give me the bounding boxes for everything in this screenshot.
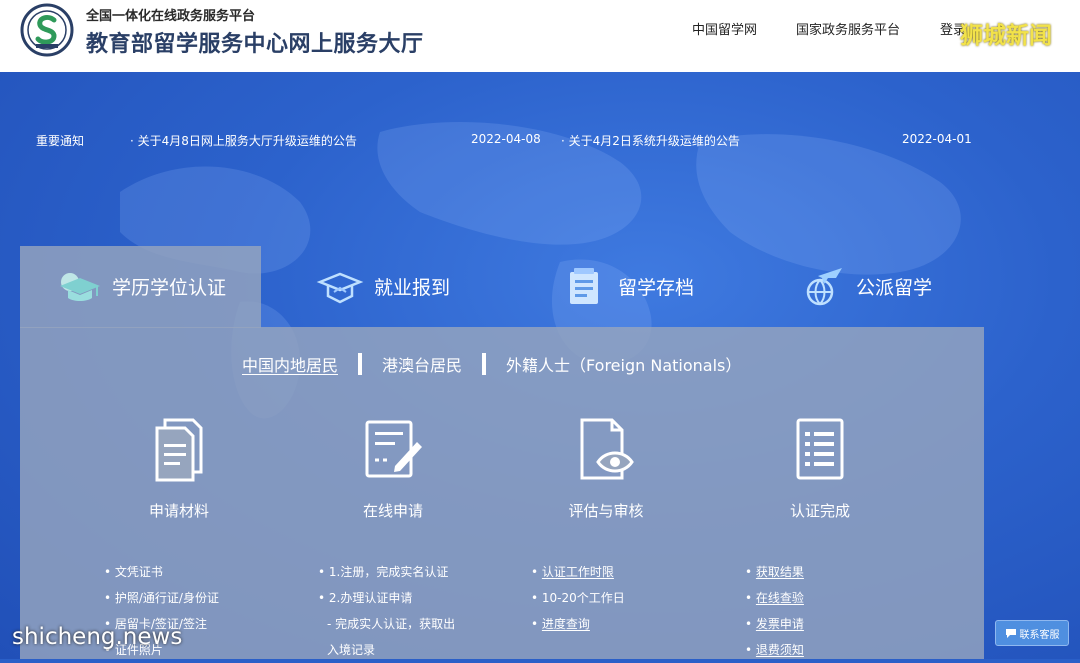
tab-employment-report[interactable]: 就业报到: [316, 262, 450, 310]
chat-icon: [1005, 629, 1016, 638]
step-label: 申请材料: [148, 502, 209, 520]
list-item: • 退费须知: [745, 643, 804, 657]
step-label: 认证完成: [789, 502, 850, 520]
form-pen-icon: [365, 420, 422, 478]
customer-service-label: 联系客服: [1019, 629, 1060, 641]
customer-service-button[interactable]: 联系客服: [995, 620, 1069, 646]
list-item: - 完成实人认证，获取出: [327, 617, 456, 631]
subtab-divider: [358, 353, 363, 375]
airplane-globe-icon: [806, 268, 842, 306]
list-item: • 在线查验: [745, 591, 804, 605]
documents-icon: [155, 418, 203, 482]
watermark-top: 狮城新闻: [960, 23, 1052, 49]
tab-public-study-abroad[interactable]: 公派留学: [798, 262, 932, 310]
watermark-bottom: shicheng.news: [12, 624, 183, 650]
list-item: • 认证工作时限: [531, 565, 614, 579]
step-application-materials: 申请材料: [79, 414, 279, 521]
ministry-logo-icon[interactable]: [20, 3, 74, 57]
tab-label: 就业报到: [374, 276, 451, 299]
resident-type-tabs: 中国内地居民 港澳台居民 外籍人士（Foreign Nationals）: [242, 353, 741, 375]
invoice-request-link[interactable]: 发票申请: [756, 617, 804, 631]
list-item: • 文凭证书: [104, 565, 163, 579]
work-time-limit-link[interactable]: 认证工作时限: [542, 565, 614, 579]
archive-document-icon: [570, 268, 598, 304]
subtab-divider: [482, 353, 487, 375]
nav-link-gov-platform[interactable]: 国家政务服务平台: [796, 19, 900, 38]
list-item: • 护照/通行证/身份证: [104, 591, 219, 605]
list-item: • 2.办理认证申请: [318, 591, 413, 605]
nav-link-study-abroad[interactable]: 中国留学网: [692, 19, 757, 38]
complete-list: • 获取结果 • 在线查验 • 发票申请 • 退费须知: [745, 559, 804, 663]
list-item: 入境记录: [327, 643, 376, 657]
subtab-mainland-residents[interactable]: 中国内地居民: [242, 352, 338, 376]
refund-notice-link[interactable]: 退费须知: [756, 643, 804, 657]
graduation-cap-icon: [60, 273, 100, 301]
list-item: • 发票申请: [745, 617, 804, 631]
step-label: 在线申请: [362, 502, 423, 520]
subtab-hk-macao-taiwan[interactable]: 港澳台居民: [382, 352, 462, 376]
tab-study-archive[interactable]: 留学存档: [560, 262, 694, 310]
get-result-link[interactable]: 获取结果: [756, 565, 804, 579]
notice-label: 重要通知: [36, 134, 85, 148]
step-evaluation-review: 评估与审核: [506, 414, 706, 521]
list-item: • 进度查询: [531, 617, 590, 631]
list-item: • 获取结果: [745, 565, 804, 579]
notice-date: 2022-04-08: [471, 132, 541, 146]
online-verify-link[interactable]: 在线查验: [756, 591, 804, 605]
checklist-icon: [796, 418, 844, 480]
hat-certificate-icon: [316, 272, 364, 304]
tab-label: 公派留学: [856, 276, 933, 299]
list-item: • 10-20个工作日: [531, 591, 625, 605]
subtab-foreign-nationals[interactable]: 外籍人士（Foreign Nationals）: [506, 352, 741, 376]
step-certification-complete: 认证完成: [720, 414, 920, 521]
tab-label: 学历学位认证: [112, 276, 227, 299]
step-online-application: 在线申请: [293, 414, 493, 521]
online-application-list: • 1.注册，完成实名认证 • 2.办理认证申请 - 完成实人认证，获取出 入境…: [318, 559, 455, 663]
platform-subtitle: 全国一体化在线政务服务平台: [86, 9, 256, 24]
site-title[interactable]: 教育部留学服务中心网上服务大厅: [86, 26, 424, 58]
progress-query-link[interactable]: 进度查询: [542, 617, 590, 631]
notice-link[interactable]: · 关于4月2日系统升级运维的公告: [561, 132, 740, 149]
list-item: • 1.注册，完成实名认证: [318, 565, 449, 579]
tab-degree-certification[interactable]: 学历学位认证: [54, 262, 226, 310]
site-header: 全国一体化在线政务服务平台 教育部留学服务中心网上服务大厅 中国留学网 国家政务…: [0, 0, 1080, 72]
notice-date: 2022-04-01: [902, 132, 972, 146]
tab-label: 留学存档: [618, 276, 695, 299]
review-list: • 认证工作时限 • 10-20个工作日 • 进度查询: [531, 559, 625, 637]
work-days-text: 10-20个工作日: [541, 591, 625, 605]
notice-link[interactable]: · 关于4月8日网上服务大厅升级运维的公告: [130, 132, 357, 149]
step-label: 评估与审核: [568, 502, 644, 520]
document-eye-icon: [580, 418, 634, 480]
